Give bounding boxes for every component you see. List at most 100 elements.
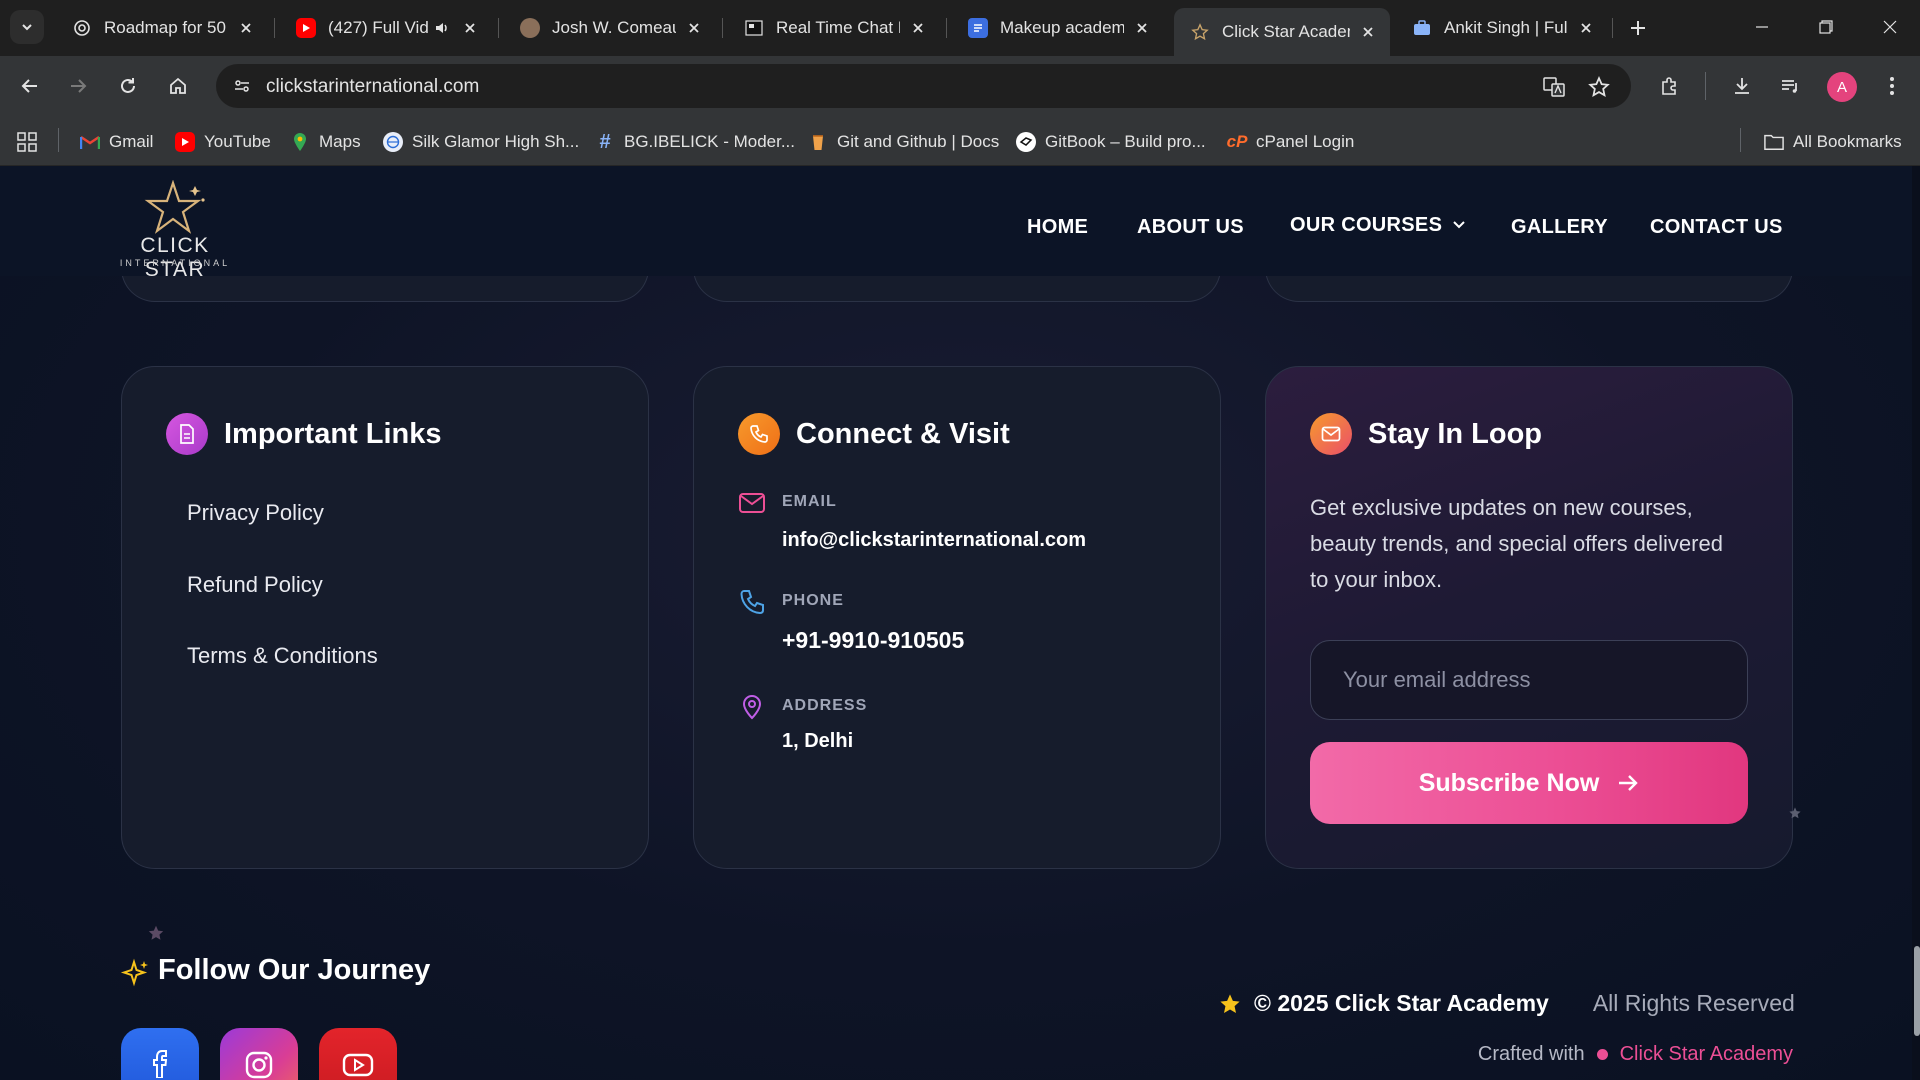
address-bar[interactable]: clickstarinternational.com	[216, 64, 1631, 108]
close-icon[interactable]	[460, 18, 480, 38]
youtube-icon	[296, 18, 316, 38]
gmail-icon	[80, 132, 100, 152]
bookmark-item[interactable]: Git and Github | Docs	[808, 130, 999, 154]
speaker-icon[interactable]	[432, 18, 452, 38]
bookmark-label: Gmail	[109, 132, 154, 151]
browser-tab[interactable]: Josh W. Comeau	[504, 8, 716, 48]
email-value[interactable]: info@clickstarinternational.com	[782, 529, 1086, 552]
nav-about[interactable]: ABOUT US	[1137, 212, 1244, 242]
home-button[interactable]	[162, 70, 194, 102]
minimize-button[interactable]	[1742, 10, 1782, 44]
close-icon[interactable]	[684, 18, 704, 38]
nav-gallery[interactable]: GALLERY	[1511, 212, 1608, 242]
card-title: Stay In Loop	[1368, 417, 1542, 450]
profile-avatar[interactable]: A	[1827, 72, 1857, 102]
location-pin-icon	[742, 694, 762, 720]
chevron-down-icon	[1453, 221, 1465, 229]
instagram-button[interactable]	[220, 1028, 298, 1080]
back-button[interactable]	[14, 70, 46, 102]
tab-search-button[interactable]	[10, 10, 44, 44]
close-icon[interactable]	[1358, 22, 1378, 42]
tab-title: Ankit Singh | Full	[1444, 18, 1568, 37]
crafted-brand[interactable]: Click Star Academy	[1620, 1043, 1793, 1066]
facebook-button[interactable]	[121, 1028, 199, 1080]
close-icon[interactable]	[908, 18, 928, 38]
heart-dot-icon	[1596, 1049, 1608, 1060]
downloads-button[interactable]	[1726, 70, 1758, 102]
media-controls-button[interactable]	[1774, 70, 1806, 102]
globe-icon	[383, 132, 403, 152]
cup-icon	[808, 132, 828, 152]
browser-tab-bar: Roadmap for 50 | (427) Full Vid Josh W. …	[0, 0, 1920, 56]
briefcase-icon	[1412, 18, 1432, 38]
bookmark-item[interactable]: GitBook – Build pro...	[1016, 130, 1206, 154]
sparkles-icon	[120, 958, 148, 987]
gitbook-icon	[1016, 132, 1036, 152]
browser-menu-button[interactable]	[1876, 70, 1908, 102]
browser-tab[interactable]: (427) Full Vid	[280, 8, 492, 48]
scrollbar-thumb[interactable]	[1914, 946, 1920, 1036]
youtube-icon	[342, 1053, 374, 1077]
nav-home[interactable]: HOME	[1027, 212, 1088, 242]
subscribe-button[interactable]: Subscribe Now	[1310, 742, 1748, 824]
site-logo[interactable]: CLICK STAR INTERNATIONAL	[110, 176, 240, 281]
newsletter-description: Get exclusive updates on new courses, be…	[1310, 495, 1723, 592]
nav-contact[interactable]: CONTACT US	[1650, 212, 1783, 242]
bookmark-label: Maps	[319, 132, 361, 151]
restore-icon	[1819, 20, 1833, 34]
browser-tab[interactable]: Ankit Singh | Full	[1396, 8, 1608, 48]
newsletter-email-input[interactable]	[1310, 640, 1748, 720]
bookmark-item[interactable]: YouTube	[175, 130, 271, 154]
terms-conditions-link[interactable]: Terms & Conditions	[187, 643, 378, 669]
bookmark-item[interactable]: Maps	[290, 130, 361, 154]
restore-button[interactable]	[1806, 10, 1846, 44]
bookmark-item[interactable]: cP cPanel Login	[1227, 130, 1355, 154]
browser-tab[interactable]: Makeup academy	[952, 8, 1164, 48]
new-tab-button[interactable]	[1624, 14, 1652, 42]
facebook-icon	[153, 1050, 168, 1078]
logo-subtitle: INTERNATIONAL	[119, 258, 231, 268]
close-icon	[1883, 20, 1897, 34]
privacy-policy-link[interactable]: Privacy Policy	[187, 500, 324, 526]
card-header: Important Links	[166, 413, 442, 455]
nav-courses[interactable]: OUR COURSES	[1290, 210, 1466, 240]
logo-star-icon	[144, 180, 205, 234]
bookmark-item[interactable]: Silk Glamor High Sh...	[383, 130, 579, 154]
bookmarks-separator	[1740, 128, 1741, 152]
chevron-down-icon	[22, 24, 32, 31]
youtube-icon	[175, 132, 195, 152]
reload-button[interactable]	[112, 70, 144, 102]
forward-button[interactable]	[62, 70, 94, 102]
follow-title-text: Follow Our Journey	[158, 954, 431, 986]
close-icon[interactable]	[1576, 18, 1596, 38]
bookmark-item[interactable]: Gmail	[80, 130, 153, 154]
card-header: Stay In Loop	[1310, 413, 1542, 455]
apps-button[interactable]	[16, 130, 38, 154]
browser-tab[interactable]: Real Time Chat Pl	[728, 8, 940, 48]
all-bookmarks-button[interactable]: All Bookmarks	[1764, 130, 1902, 154]
page-scrollbar[interactable]	[1912, 166, 1920, 1080]
browser-tab-active[interactable]: Click Star Academ	[1174, 8, 1390, 56]
arrow-right-icon	[71, 79, 87, 93]
instagram-icon	[245, 1051, 273, 1079]
browser-tab[interactable]: Roadmap for 50 |	[56, 8, 268, 48]
translate-icon[interactable]	[1541, 74, 1567, 100]
bookmark-star-icon[interactable]	[1586, 74, 1612, 100]
tab-separator	[274, 18, 275, 38]
tab-separator	[946, 18, 947, 38]
close-icon[interactable]	[1132, 18, 1152, 38]
bookmark-label: YouTube	[204, 132, 271, 151]
forms-icon	[968, 18, 988, 38]
bookmark-label: Git and Github | Docs	[837, 132, 1000, 151]
youtube-button[interactable]	[319, 1028, 397, 1080]
apps-grid-icon	[17, 132, 37, 152]
tab-separator	[1612, 18, 1613, 38]
close-icon[interactable]	[236, 18, 256, 38]
phone-value[interactable]: +91-9910-910505	[782, 627, 964, 654]
reload-icon	[121, 78, 135, 93]
bookmark-item[interactable]: # BG.IBELICK - Moder...	[595, 130, 795, 154]
extensions-button[interactable]	[1654, 70, 1686, 102]
refund-policy-link[interactable]: Refund Policy	[187, 572, 323, 598]
site-info-icon[interactable]	[228, 72, 256, 100]
window-close-button[interactable]	[1870, 10, 1910, 44]
